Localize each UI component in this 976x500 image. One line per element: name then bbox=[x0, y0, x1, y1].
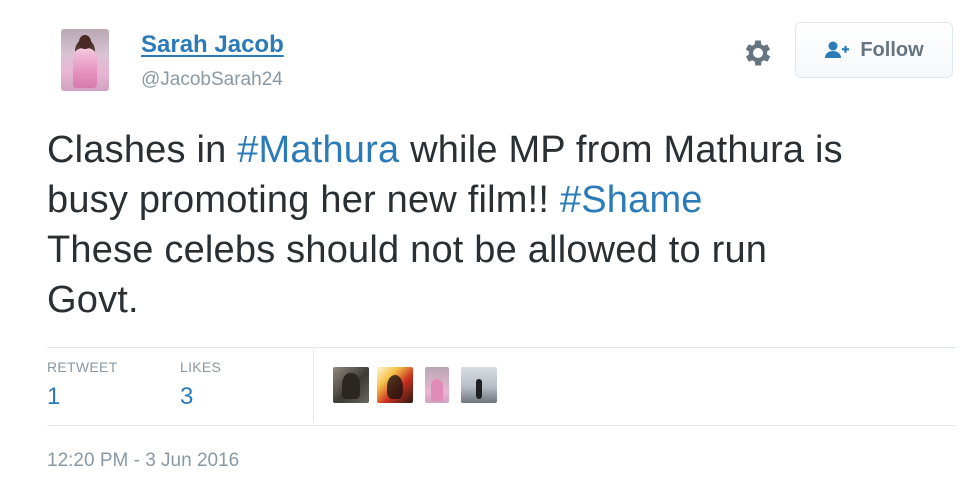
tweet-line-2: busy promoting her new film!! #Shame bbox=[47, 175, 957, 225]
tweet-line-3: These celebs should not be allowed to ru… bbox=[47, 229, 768, 271]
tweet-timestamp[interactable]: 12:20 PM - 3 Jun 2016 bbox=[47, 450, 239, 472]
liker-avatar[interactable] bbox=[377, 367, 413, 403]
liker-avatar[interactable] bbox=[425, 367, 449, 403]
liker-figure bbox=[431, 379, 443, 401]
liker-figure bbox=[387, 375, 403, 399]
tweet-text-segment: Clashes in bbox=[47, 129, 238, 171]
divider bbox=[47, 425, 956, 426]
gear-icon[interactable] bbox=[741, 36, 775, 70]
likes-stat[interactable]: LIKES 3 bbox=[180, 359, 221, 411]
retweet-label: RETWEET bbox=[47, 359, 118, 375]
hashtag-link[interactable]: #Mathura bbox=[237, 129, 399, 171]
tweet-line-4: Govt. bbox=[47, 279, 139, 321]
user-name-link[interactable]: Sarah Jacob bbox=[141, 31, 284, 59]
add-user-icon bbox=[825, 41, 850, 58]
hashtag-link[interactable]: #Shame bbox=[560, 179, 703, 221]
liker-avatars bbox=[333, 367, 497, 403]
likes-label: LIKES bbox=[180, 359, 222, 375]
liker-figure bbox=[476, 379, 482, 399]
retweet-count: 1 bbox=[47, 383, 61, 410]
avatar-head bbox=[79, 35, 91, 49]
tweet-line-1: Clashes in #Mathura while MP from Mathur… bbox=[47, 125, 957, 175]
follow-button[interactable]: Follow bbox=[795, 22, 953, 78]
liker-figure bbox=[342, 373, 360, 399]
tweet-text: Clashes in #Mathura while MP from Mathur… bbox=[47, 125, 957, 325]
tweet-card: Sarah Jacob @JacobSarah24 Follow Clashes… bbox=[0, 0, 976, 500]
tweet-text-segment: while MP from Mathura is bbox=[399, 129, 843, 171]
user-handle: @JacobSarah24 bbox=[141, 69, 283, 90]
avatar-body bbox=[73, 48, 97, 88]
follow-label: Follow bbox=[860, 38, 924, 61]
liker-avatar[interactable] bbox=[333, 367, 369, 403]
divider bbox=[47, 347, 956, 348]
likes-count: 3 bbox=[180, 383, 194, 410]
tweet-text-segment: busy promoting her new film!! bbox=[47, 179, 560, 221]
retweet-stat[interactable]: RETWEET 1 bbox=[47, 359, 118, 411]
avatar[interactable] bbox=[61, 29, 109, 91]
stats-separator bbox=[313, 350, 314, 422]
liker-avatar[interactable] bbox=[461, 367, 497, 403]
